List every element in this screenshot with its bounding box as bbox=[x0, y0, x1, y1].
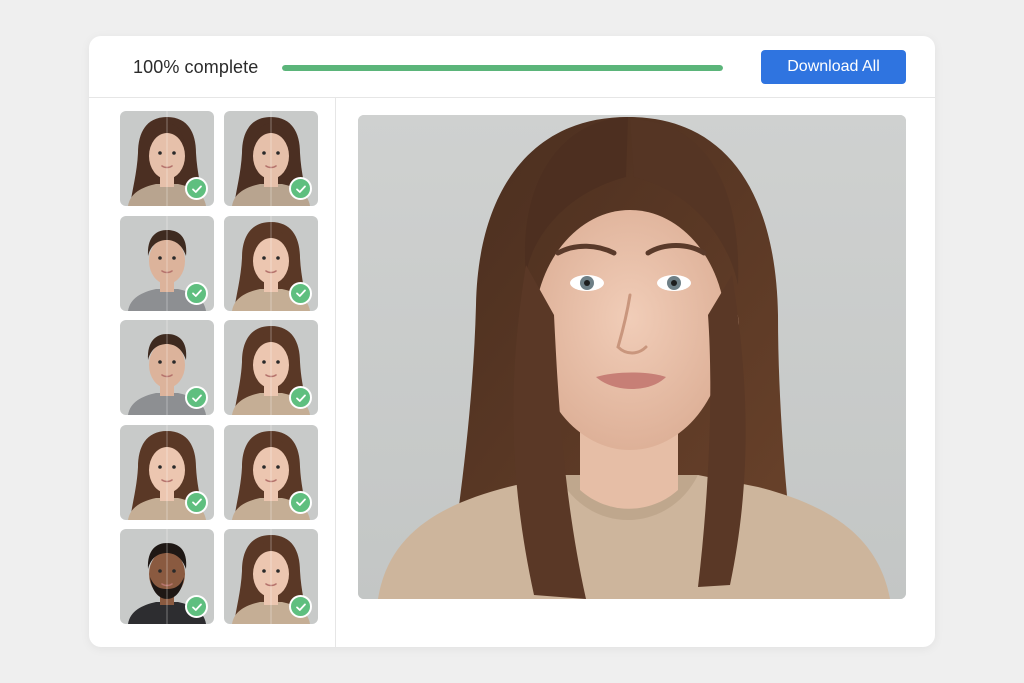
check-icon bbox=[289, 595, 312, 618]
thumbnail-list bbox=[89, 98, 336, 647]
check-icon bbox=[289, 177, 312, 200]
image-preview bbox=[358, 115, 906, 599]
thumbnail-item[interactable] bbox=[224, 320, 318, 415]
processing-panel: 100% complete Download All bbox=[89, 36, 935, 647]
download-all-button[interactable]: Download All bbox=[761, 50, 906, 84]
check-icon bbox=[289, 490, 312, 514]
thumbnail-item[interactable] bbox=[120, 320, 214, 415]
progress-bar-fill bbox=[282, 65, 723, 71]
thumbnail-item[interactable] bbox=[120, 424, 214, 520]
thumbnail-item[interactable] bbox=[224, 111, 318, 206]
thumbnail-item[interactable] bbox=[224, 529, 318, 624]
check-icon bbox=[185, 177, 208, 200]
progress-bar bbox=[282, 65, 723, 71]
check-icon bbox=[289, 281, 312, 305]
check-icon bbox=[185, 490, 208, 514]
check-icon bbox=[185, 386, 208, 409]
thumbnail-item[interactable] bbox=[120, 215, 214, 311]
panel-header: 100% complete Download All bbox=[89, 36, 935, 98]
check-icon bbox=[289, 386, 312, 409]
check-icon bbox=[185, 595, 208, 618]
check-icon bbox=[185, 281, 208, 305]
preview-portrait bbox=[358, 115, 906, 599]
thumbnail-item[interactable] bbox=[224, 424, 318, 520]
thumbnail-item[interactable] bbox=[120, 111, 214, 206]
thumbnail-item[interactable] bbox=[120, 529, 214, 624]
thumbnail-item[interactable] bbox=[224, 215, 318, 311]
progress-label: 100% complete bbox=[133, 57, 259, 77]
